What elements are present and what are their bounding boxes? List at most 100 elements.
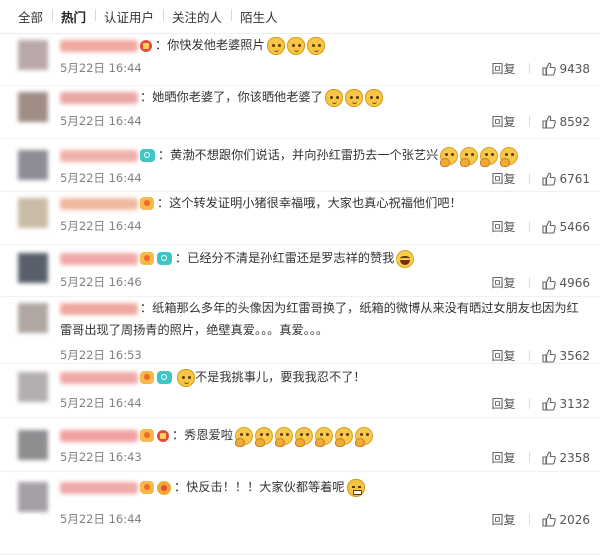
avatar[interactable] [18, 198, 48, 228]
like-count: 3562 [559, 348, 590, 363]
comment-timestamp: 5月22日 16:44 [60, 219, 142, 233]
avatar[interactable] [18, 303, 48, 333]
avatar[interactable] [18, 40, 48, 70]
think-emoji-icon [314, 426, 333, 447]
reply-button[interactable]: 回复 [491, 170, 515, 187]
avatar[interactable] [18, 482, 48, 512]
think-emoji-icon [294, 426, 313, 447]
username-link[interactable] [60, 481, 138, 494]
comment-timestamp: 5月22日 16:43 [60, 450, 142, 464]
reply-button[interactable]: 回复 [491, 113, 515, 130]
comment-item: ：黄渤不想跟你们说话，并向孙红雷扔去一个张艺兴 5月22日 16:44 回复 6761 [0, 139, 600, 192]
like-count: 9438 [559, 61, 590, 76]
think-emoji-icon [354, 426, 373, 447]
vip-level-icon [140, 481, 154, 494]
comment-timestamp: 5月22日 16:44 [60, 61, 142, 75]
like-count: 3132 [559, 396, 590, 411]
tab-hot[interactable]: 热门 [52, 7, 95, 26]
username-link[interactable] [60, 197, 138, 210]
comment-text: 不是我挑事儿，要我我忍不了！ [195, 370, 366, 384]
username-link[interactable] [60, 91, 138, 104]
think-emoji-icon [480, 146, 499, 167]
like-button[interactable]: 6761 [542, 172, 590, 186]
like-count: 2026 [559, 512, 590, 527]
camera-icon [157, 252, 172, 265]
username-link[interactable] [60, 149, 138, 162]
tab-strangers[interactable]: 陌生人 [231, 7, 287, 26]
comment-text: ：她晒你老婆了，你该晒他老婆了 [140, 90, 323, 104]
cat-emoji-icon [364, 88, 383, 107]
comment-text: ：黄渤不想跟你们说话，并向孙红雷扔去一个张艺兴 [158, 148, 439, 162]
tab-all[interactable]: 全部 [18, 7, 52, 26]
comment-item: 不是我挑事儿，要我我忍不了！ 5月22日 16:44 回复 3132 [0, 364, 600, 418]
grin-emoji-icon [346, 478, 365, 497]
think-emoji-icon [460, 146, 479, 167]
reply-button[interactable]: 回复 [491, 449, 515, 466]
username-link[interactable] [60, 371, 138, 384]
avatar[interactable] [18, 372, 48, 402]
like-count: 8592 [559, 114, 590, 129]
camera-icon [157, 371, 172, 384]
comment-text: ：你快发他老婆照片 [155, 38, 265, 52]
reply-button[interactable]: 回复 [491, 395, 515, 412]
reply-button[interactable]: 回复 [491, 511, 515, 528]
cat-emoji-icon [344, 88, 363, 107]
comment-item: ：秀恩爱啦 5月22日 16:43 回复 2358 [0, 418, 600, 472]
think-emoji-icon [274, 426, 293, 447]
like-button[interactable]: 8592 [542, 115, 590, 129]
like-button[interactable]: 9438 [542, 62, 590, 76]
thumbs-up-icon [542, 349, 559, 363]
divider [529, 514, 531, 525]
think-emoji-icon [254, 426, 273, 447]
like-button[interactable]: 3132 [542, 397, 590, 411]
tab-verified-users[interactable]: 认证用户 [95, 7, 163, 26]
think-emoji-icon [500, 146, 519, 167]
avatar[interactable] [18, 92, 48, 122]
like-button[interactable]: 2358 [542, 451, 590, 465]
cat-emoji-icon [266, 36, 285, 55]
comment-item: ：这个转发证明小猪很幸福哦，大家也真心祝福他们吧！ 5月22日 16:44 回复 54… [0, 192, 600, 245]
comment-timestamp: 5月22日 16:44 [60, 114, 142, 128]
divider [529, 221, 531, 232]
cat-emoji-icon [177, 368, 195, 387]
think-emoji-icon [440, 146, 459, 167]
username-link[interactable] [60, 39, 138, 52]
username-link[interactable] [60, 429, 138, 442]
divider [529, 398, 531, 409]
think-emoji-icon [334, 426, 353, 447]
like-button[interactable]: 4966 [542, 276, 590, 290]
comment-timestamp: 5月22日 16:44 [60, 171, 142, 185]
like-button[interactable]: 5466 [542, 220, 590, 234]
divider [529, 350, 531, 361]
avatar[interactable] [18, 430, 48, 460]
reply-button[interactable]: 回复 [491, 218, 515, 235]
avatar[interactable] [18, 150, 48, 180]
like-count: 4966 [559, 275, 590, 290]
reply-button[interactable]: 回复 [491, 60, 515, 77]
comment-item: ：快反击！！！大家伙都等着呢 5月22日 16:44 回复 2026 [0, 472, 600, 555]
like-count: 6761 [559, 171, 590, 186]
like-button[interactable]: 2026 [542, 513, 590, 527]
think-emoji-icon [234, 426, 253, 447]
avatar[interactable] [18, 253, 48, 283]
comment-text: ：已经分不清是孙红雷还是罗志祥的赞我 [175, 251, 395, 265]
username-link[interactable] [60, 252, 138, 265]
thumbs-up-icon [542, 397, 559, 411]
like-button[interactable]: 3562 [542, 349, 590, 363]
medal-icon [157, 480, 171, 495]
thumbs-up-icon [542, 513, 559, 527]
username-link[interactable] [60, 302, 138, 315]
comment-filter-tabs: 全部 热门 认证用户 关注的人 陌生人 [0, 0, 600, 34]
comment-timestamp: 5月22日 16:44 [60, 512, 142, 526]
camera-icon [140, 149, 155, 162]
comment-timestamp: 5月22日 16:46 [60, 275, 142, 289]
divider [529, 63, 531, 74]
divider [529, 116, 531, 127]
divider [529, 452, 531, 463]
cat-emoji-icon [306, 36, 325, 55]
reply-button[interactable]: 回复 [491, 274, 515, 291]
tab-following[interactable]: 关注的人 [163, 7, 231, 26]
cat-emoji-icon [324, 88, 343, 107]
reply-button[interactable]: 回复 [491, 347, 515, 364]
comment-item: ：她晒你老婆了，你该晒他老婆了 5月22日 16:44 回复 8592 [0, 86, 600, 139]
